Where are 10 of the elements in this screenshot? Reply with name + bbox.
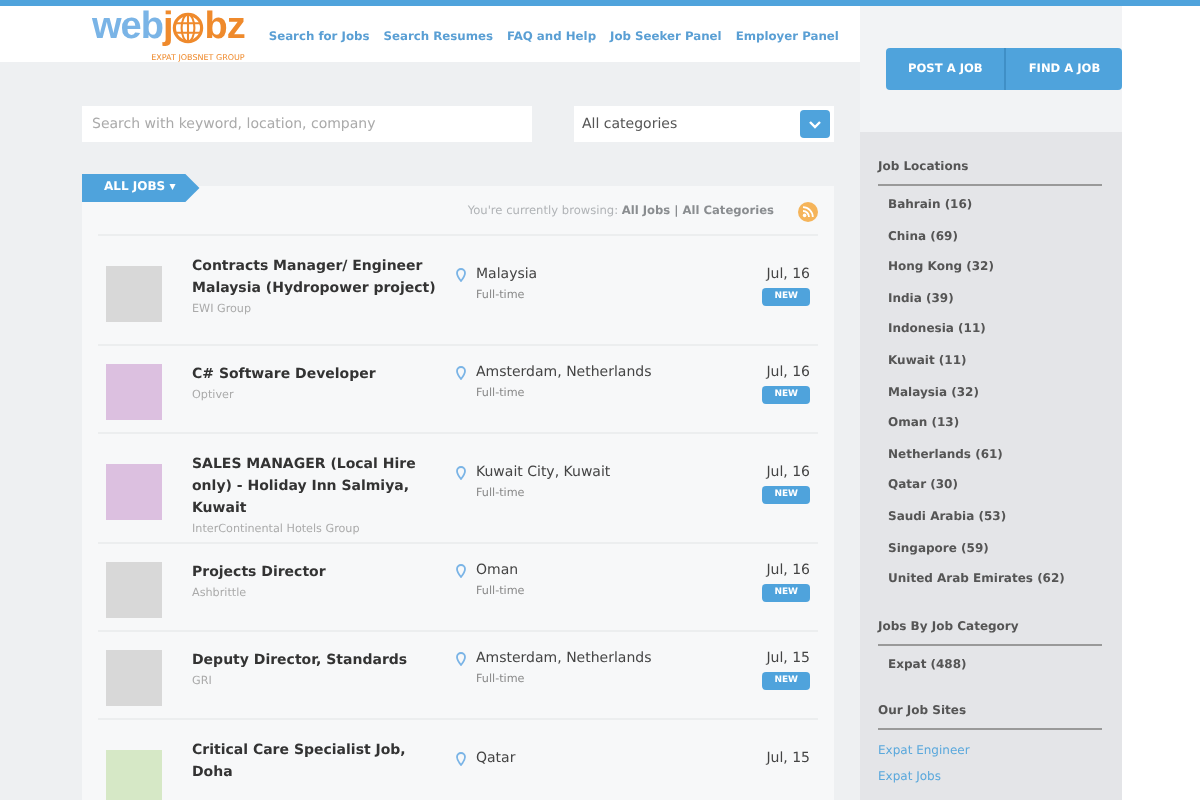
map-pin-icon bbox=[456, 563, 466, 577]
map-pin-icon bbox=[456, 465, 466, 479]
globe-icon bbox=[172, 12, 205, 44]
map-pin-icon bbox=[456, 651, 466, 665]
map-pin-icon bbox=[456, 365, 466, 379]
dropdown-button[interactable] bbox=[800, 110, 830, 138]
chevron-icon bbox=[808, 119, 822, 129]
map-pin-icon bbox=[456, 751, 466, 765]
rss-icon[interactable] bbox=[798, 202, 818, 222]
map-pin-icon bbox=[456, 267, 466, 281]
